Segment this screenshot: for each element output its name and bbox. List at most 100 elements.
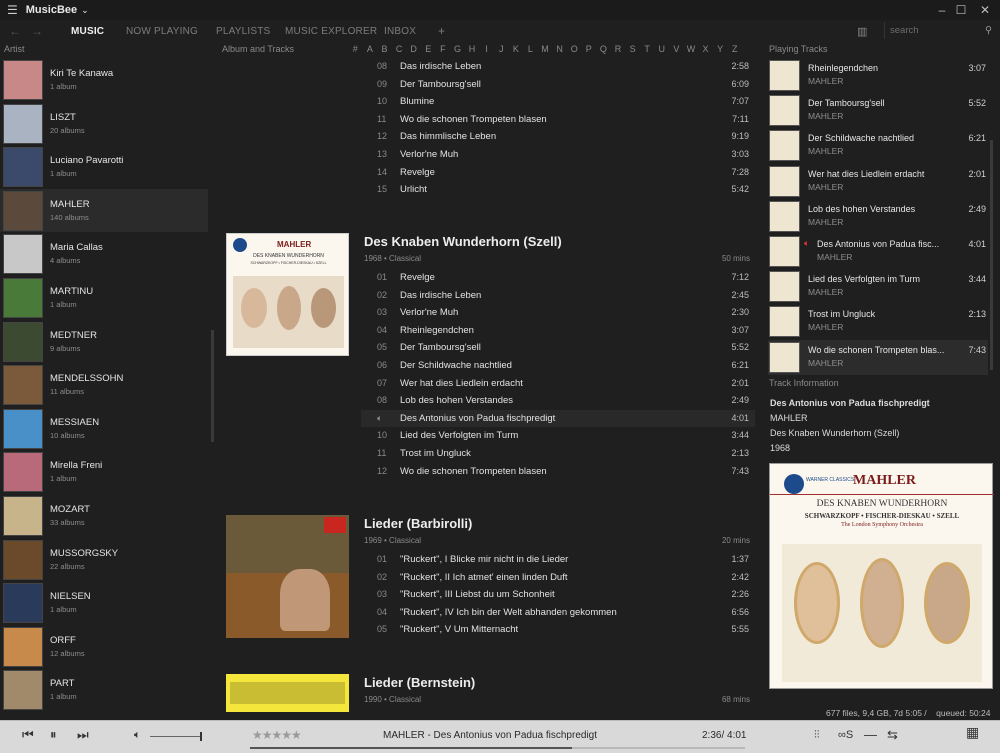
az-letter[interactable]: A bbox=[363, 44, 378, 54]
track-row[interactable]: 01 Revelge 7:12 bbox=[361, 269, 755, 286]
az-letter[interactable]: L bbox=[523, 44, 538, 54]
az-letter[interactable]: R bbox=[611, 44, 626, 54]
artist-row[interactable]: MUSSORGSKY 22 albums bbox=[0, 538, 208, 581]
artist-row[interactable]: PART 1 album bbox=[0, 668, 208, 711]
volume-slider[interactable] bbox=[150, 732, 202, 741]
az-letter[interactable]: E bbox=[421, 44, 436, 54]
az-letter[interactable]: I bbox=[479, 44, 494, 54]
large-album-art[interactable]: WARNER CLASSICS MAHLER DES KNABEN WUNDER… bbox=[769, 463, 994, 689]
album-tracks-column-header[interactable]: Album and Tracks bbox=[222, 44, 294, 54]
az-letter[interactable]: K bbox=[509, 44, 524, 54]
artist-row[interactable]: MOZART 33 albums bbox=[0, 494, 208, 537]
az-letter[interactable]: X bbox=[698, 44, 713, 54]
track-row[interactable]: 02 Das irdische Leben 2:45 bbox=[361, 287, 755, 304]
add-tab-button[interactable]: + bbox=[438, 24, 445, 38]
playing-tracks-header[interactable]: Playing Tracks bbox=[769, 44, 828, 54]
search-input[interactable]: search ⚲ bbox=[884, 22, 992, 39]
artist-row[interactable]: MEDTNER 9 albums bbox=[0, 320, 208, 363]
az-letter[interactable]: T bbox=[640, 44, 655, 54]
tab-now-playing[interactable]: NOW PLAYING bbox=[126, 26, 198, 37]
close-button[interactable]: ✕ bbox=[975, 2, 995, 18]
app-title[interactable]: MusicBee ⌄ bbox=[26, 4, 89, 16]
playing-track-row[interactable]: Lob des hohen Verstandes MAHLER 2:49 bbox=[768, 199, 988, 234]
album-title[interactable]: Lieder (Bernstein) bbox=[364, 675, 475, 690]
az-letter[interactable]: Z bbox=[727, 44, 742, 54]
az-letter[interactable]: D bbox=[406, 44, 421, 54]
tab-music[interactable]: MUSIC bbox=[71, 26, 104, 37]
equalizer-icon[interactable]: ⫶⫶ bbox=[814, 729, 820, 742]
artist-column-header[interactable]: Artist bbox=[4, 44, 25, 54]
track-row[interactable]: 13 Verlor'ne Muh 3:03 bbox=[361, 146, 755, 163]
az-letter[interactable]: B bbox=[377, 44, 392, 54]
playing-track-row[interactable]: Lied des Verfolgten im Turm MAHLER 3:44 bbox=[768, 269, 988, 304]
scrobble-icon[interactable]: ∞S bbox=[838, 729, 853, 741]
playing-track-row[interactable]: Der Schildwache nachtlied MAHLER 6:21 bbox=[768, 128, 988, 163]
rating-stars[interactable]: ★★★★★ bbox=[252, 728, 302, 742]
volume-knob[interactable] bbox=[200, 732, 202, 741]
artist-row[interactable]: MAHLER 140 albums bbox=[0, 188, 208, 232]
playing-track-row[interactable]: Wo die schonen Trompeten blas... MAHLER 7:… bbox=[768, 339, 988, 375]
az-letter[interactable]: F bbox=[436, 44, 451, 54]
track-row[interactable]: 03 Verlor'ne Muh 2:30 bbox=[361, 304, 755, 321]
az-letter[interactable]: H bbox=[465, 44, 480, 54]
az-letter[interactable]: P bbox=[582, 44, 597, 54]
az-letter[interactable]: G bbox=[450, 44, 465, 54]
az-letter[interactable]: Y bbox=[713, 44, 728, 54]
shuffle-icon[interactable]: ⇆ bbox=[887, 727, 898, 743]
az-letter[interactable]: C bbox=[392, 44, 407, 54]
track-row[interactable]: 10 Lied des Verfolgten im Turm 3:44 bbox=[361, 427, 755, 444]
track-row[interactable]: 15 Urlicht 5:42 bbox=[361, 181, 755, 198]
album-cover-barbirolli[interactable] bbox=[226, 515, 349, 638]
artist-row[interactable]: NIELSEN 1 album bbox=[0, 581, 208, 624]
track-row[interactable]: 02 "Ruckert", II Ich atmet' einen linden … bbox=[361, 569, 755, 586]
az-letter[interactable]: N bbox=[552, 44, 567, 54]
track-row[interactable]: 11 Wo die schonen Trompeten blasen 7:11 bbox=[361, 111, 755, 128]
az-letter[interactable]: U bbox=[654, 44, 669, 54]
repeat-off-icon[interactable]: — bbox=[864, 727, 877, 742]
minimize-button[interactable]: – bbox=[932, 2, 952, 18]
layout-icon[interactable]: ▥ bbox=[857, 25, 867, 38]
az-letter[interactable]: O bbox=[567, 44, 582, 54]
track-row[interactable]: 07 Wer hat dies Liedlein erdacht 2:01 bbox=[361, 375, 755, 392]
artist-row[interactable]: MENDELSSOHN 11 albums bbox=[0, 363, 208, 406]
artist-row[interactable]: ORFF 12 albums bbox=[0, 625, 208, 668]
album-cover-bernstein[interactable] bbox=[226, 674, 349, 712]
album-title[interactable]: Des Knaben Wunderhorn (Szell) bbox=[364, 234, 562, 249]
tab-playlists[interactable]: PLAYLISTS bbox=[216, 26, 270, 37]
az-letter[interactable]: # bbox=[348, 44, 363, 54]
playing-track-row[interactable]: 🔈︎ Des Antonius von Padua fisc... MAHLER 4:… bbox=[768, 234, 988, 269]
az-letter[interactable]: W bbox=[684, 44, 699, 54]
track-row[interactable]: 12 Das himmlische Leben 9:19 bbox=[361, 128, 755, 145]
artist-row[interactable]: MARTINU 1 album bbox=[0, 276, 208, 319]
track-row[interactable]: 12 Wo die schonen Trompeten blasen 7:43 bbox=[361, 463, 755, 480]
az-letter[interactable]: J bbox=[494, 44, 509, 54]
track-row[interactable]: 🔈︎ Des Antonius von Padua fischpredigt 4:0… bbox=[361, 409, 755, 427]
album-cover-szell[interactable]: MAHLER DES KNABEN WUNDERHORN SCHWARZKOPF… bbox=[226, 233, 349, 356]
track-row[interactable]: 08 Lob des hohen Verstandes 2:49 bbox=[361, 392, 755, 409]
az-letter[interactable]: S bbox=[625, 44, 640, 54]
playing-track-row[interactable]: Rheinlegendchen MAHLER 3:07 bbox=[768, 58, 988, 93]
playing-scrollbar[interactable] bbox=[990, 140, 993, 370]
spectrum-icon[interactable]: ▦ bbox=[966, 724, 979, 741]
playing-track-row[interactable]: Der Tamboursg'sell MAHLER 5:52 bbox=[768, 93, 988, 128]
track-row[interactable]: 04 Rheinlegendchen 3:07 bbox=[361, 322, 755, 339]
tab-inbox[interactable]: INBOX bbox=[384, 26, 416, 37]
playing-track-row[interactable]: Trost im Ungluck MAHLER 2:13 bbox=[768, 304, 988, 339]
track-row[interactable]: 05 "Ruckert", V Um Mitternacht 5:55 bbox=[361, 621, 755, 638]
track-row[interactable]: 04 "Ruckert", IV Ich bin der Welt abhande… bbox=[361, 604, 755, 621]
az-letter[interactable]: Q bbox=[596, 44, 611, 54]
playing-track-row[interactable]: Wer hat dies Liedlein erdacht MAHLER 2:01 bbox=[768, 164, 988, 199]
track-row[interactable]: 11 Trost im Ungluck 2:13 bbox=[361, 445, 755, 462]
artist-row[interactable]: Maria Callas 4 albums bbox=[0, 232, 208, 275]
back-icon[interactable]: ← bbox=[9, 24, 21, 38]
track-row[interactable]: 05 Der Tamboursg'sell 5:52 bbox=[361, 339, 755, 356]
forward-icon[interactable]: → bbox=[31, 24, 43, 38]
track-row[interactable]: 01 "Ruckert", I Blicke mir nicht in die L… bbox=[361, 551, 755, 568]
album-title[interactable]: Lieder (Barbirolli) bbox=[364, 516, 472, 531]
track-row[interactable]: 08 Das irdische Leben 2:58 bbox=[361, 58, 755, 75]
maximize-button[interactable]: ☐ bbox=[951, 2, 971, 18]
hamburger-menu-icon[interactable]: ☰ bbox=[7, 3, 18, 17]
track-row[interactable]: 03 "Ruckert", III Liebst du um Schonheit 2… bbox=[361, 586, 755, 603]
speaker-icon[interactable]: 🔈︎ bbox=[134, 729, 141, 742]
track-row[interactable]: 09 Der Tamboursg'sell 6:09 bbox=[361, 76, 755, 93]
